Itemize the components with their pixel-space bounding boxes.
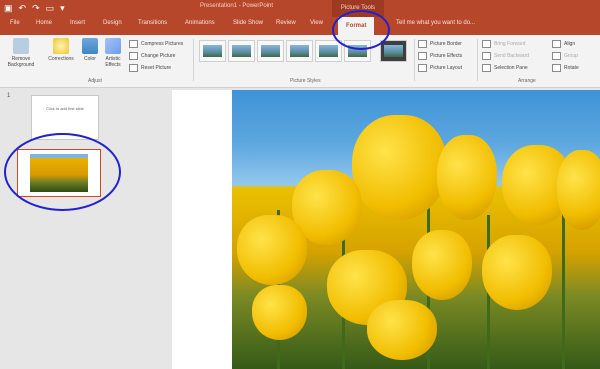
tab-slide-show[interactable]: Slide Show bbox=[233, 20, 263, 26]
picture-styles-group-label: Picture Styles bbox=[290, 78, 321, 84]
tab-insert[interactable]: Insert bbox=[70, 20, 85, 26]
group-button[interactable]: Group bbox=[552, 52, 578, 60]
picture-border-icon bbox=[418, 40, 427, 48]
picture-effects-icon bbox=[418, 52, 427, 60]
rotate-label: Rotate bbox=[564, 65, 579, 71]
color-label: Color bbox=[84, 56, 96, 62]
tell-me-box[interactable]: Tell me what you want to do... bbox=[396, 20, 475, 26]
arrange-group-label: Arrange bbox=[518, 78, 536, 84]
change-picture-icon bbox=[129, 52, 138, 60]
picture-style-5[interactable] bbox=[315, 40, 342, 62]
group-separator bbox=[414, 39, 415, 81]
tab-home[interactable]: Home bbox=[36, 20, 52, 26]
picture-style-1[interactable] bbox=[199, 40, 226, 62]
corrections-label: Corrections bbox=[48, 56, 74, 62]
tulip-flower bbox=[482, 235, 552, 310]
picture-border-button[interactable]: Picture Border bbox=[418, 40, 462, 48]
ribbon: Remove Background Corrections Color Arti… bbox=[0, 35, 600, 88]
align-button[interactable]: Align bbox=[552, 40, 575, 48]
reset-picture-label: Reset Picture bbox=[141, 65, 172, 71]
picture-style-4[interactable] bbox=[286, 40, 313, 62]
compress-label: Compress Pictures bbox=[141, 41, 184, 47]
tab-animations[interactable]: Animations bbox=[185, 20, 215, 26]
bring-forward-icon bbox=[482, 40, 491, 48]
artistic-effects-icon bbox=[105, 38, 121, 54]
tulip-flower bbox=[367, 300, 437, 360]
customize-icon[interactable]: ▾ bbox=[60, 3, 65, 14]
remove-background-button[interactable]: Remove Background bbox=[2, 38, 40, 68]
align-label: Align bbox=[564, 41, 576, 47]
picture-border-label: Picture Border bbox=[430, 41, 462, 47]
send-backward-label: Send Backward bbox=[494, 53, 530, 59]
compress-icon bbox=[129, 40, 138, 48]
change-picture-label: Change Picture bbox=[141, 53, 176, 59]
group-separator bbox=[193, 39, 194, 81]
color-icon bbox=[82, 38, 98, 54]
tab-file[interactable]: File bbox=[10, 20, 20, 26]
save-icon[interactable]: ▣ bbox=[4, 3, 13, 14]
tulip-flower bbox=[237, 215, 307, 285]
format-tab-highlight-circle bbox=[332, 10, 390, 50]
tulip-flower bbox=[352, 115, 447, 220]
tulip-flower bbox=[437, 135, 497, 220]
redo-icon[interactable]: ↷ bbox=[32, 3, 40, 14]
align-icon bbox=[552, 40, 561, 48]
tulip-stem bbox=[562, 210, 565, 369]
tab-design[interactable]: Design bbox=[103, 20, 122, 26]
remove-background-label: Remove Background bbox=[7, 56, 35, 68]
corrections-icon bbox=[53, 38, 69, 54]
picture-layout-button[interactable]: Picture Layout bbox=[418, 64, 462, 72]
change-picture-button[interactable]: Change Picture bbox=[129, 52, 175, 60]
picture-layout-label: Picture Layout bbox=[430, 65, 462, 71]
remove-background-icon bbox=[13, 38, 29, 54]
bring-forward-label: Bring Forward bbox=[494, 41, 526, 47]
picture-style-2[interactable] bbox=[228, 40, 255, 62]
artistic-effects-button[interactable]: Artistic Effects bbox=[101, 38, 125, 68]
group-label: Group bbox=[564, 53, 578, 59]
color-button[interactable]: Color bbox=[80, 38, 100, 62]
slide-number: 1 bbox=[7, 93, 11, 99]
reset-picture-icon bbox=[129, 64, 138, 72]
selection-pane-icon bbox=[482, 64, 491, 72]
tab-view[interactable]: View bbox=[310, 20, 323, 26]
picture-effects-button[interactable]: Picture Effects bbox=[418, 52, 462, 60]
present-icon[interactable]: ▭ bbox=[46, 3, 55, 14]
compress-pictures-button[interactable]: Compress Pictures bbox=[129, 40, 183, 48]
picture-effects-label: Picture Effects bbox=[430, 53, 463, 59]
title-bar: ▣ ↶ ↷ ▭ ▾ Presentation1 - PowerPoint Pic… bbox=[0, 0, 600, 17]
tab-transitions[interactable]: Transitions bbox=[138, 20, 167, 26]
group-separator bbox=[477, 39, 478, 81]
tab-review[interactable]: Review bbox=[276, 20, 296, 26]
picture-style-7[interactable] bbox=[380, 40, 407, 62]
picture-style-3[interactable] bbox=[257, 40, 284, 62]
tulip-photo[interactable] bbox=[232, 90, 600, 369]
slide-thumbnail-text: Click to add first slide bbox=[46, 106, 84, 111]
ribbon-tabs: File Home Insert Design Transitions Anim… bbox=[0, 17, 600, 35]
selection-pane-button[interactable]: Selection Pane bbox=[482, 64, 528, 72]
send-backward-button[interactable]: Send Backward bbox=[482, 52, 529, 60]
window-title: Presentation1 - PowerPoint bbox=[200, 3, 274, 9]
tulip-flower bbox=[557, 150, 600, 230]
send-backward-icon bbox=[482, 52, 491, 60]
tulip-flower bbox=[252, 285, 307, 340]
reset-picture-button[interactable]: Reset Picture bbox=[129, 64, 171, 72]
quick-access-toolbar: ▣ ↶ ↷ ▭ ▾ bbox=[4, 3, 65, 14]
undo-icon[interactable]: ↶ bbox=[19, 3, 27, 14]
corrections-button[interactable]: Corrections bbox=[44, 38, 78, 62]
rotate-icon bbox=[552, 64, 561, 72]
picture-layout-icon bbox=[418, 64, 427, 72]
group-icon bbox=[552, 52, 561, 60]
thumbnail-highlight-circle bbox=[4, 133, 121, 211]
rotate-button[interactable]: Rotate bbox=[552, 64, 579, 72]
adjust-group-label: Adjust bbox=[88, 78, 102, 84]
bring-forward-button[interactable]: Bring Forward bbox=[482, 40, 525, 48]
selection-pane-label: Selection Pane bbox=[494, 65, 528, 71]
artistic-effects-label: Artistic Effects bbox=[105, 56, 121, 68]
tulip-flower bbox=[412, 230, 472, 300]
